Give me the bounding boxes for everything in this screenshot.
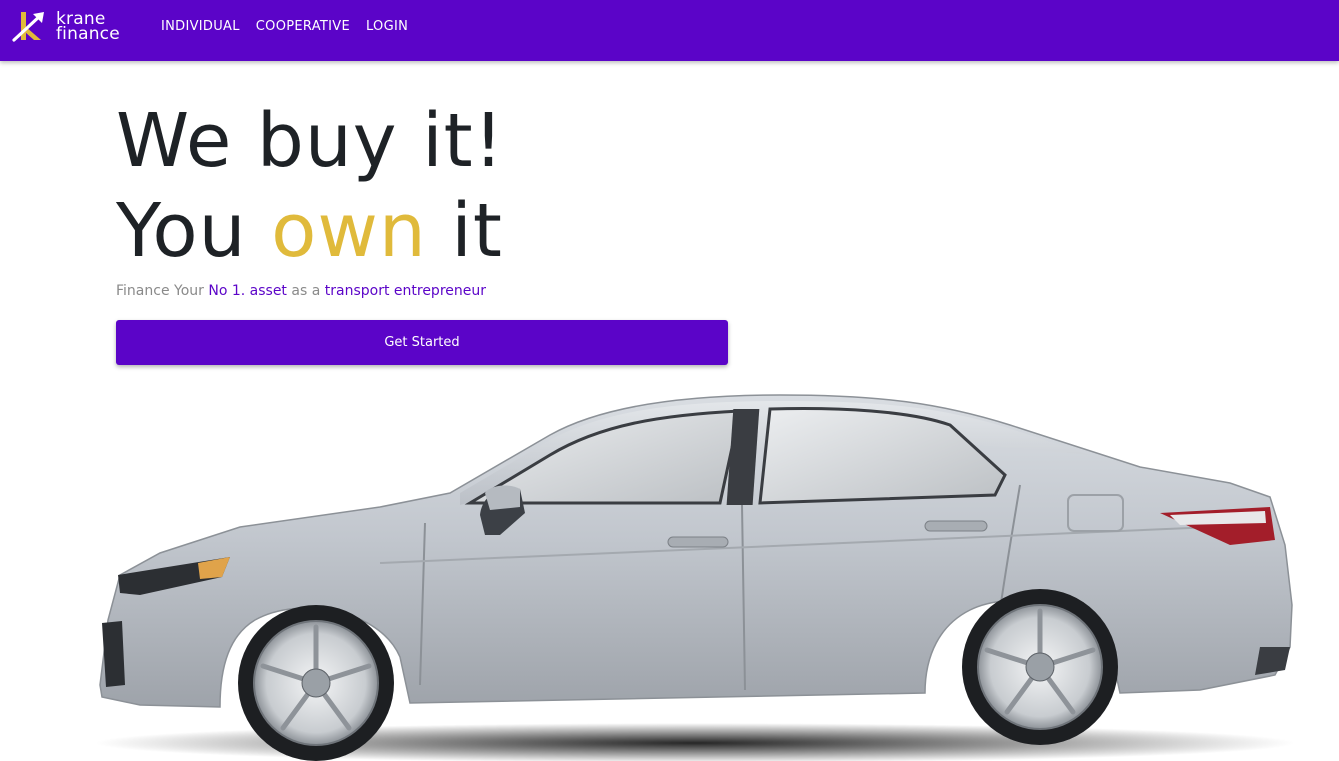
hero-line-2-start: You	[116, 188, 272, 274]
hero-tagline: Finance Your No 1. asset as a transport …	[116, 283, 486, 299]
tagline-part-2: as a	[286, 283, 325, 299]
nav-link-login[interactable]: LOGIN	[366, 19, 408, 35]
hero-line-1: We buy it!	[116, 98, 505, 184]
krane-k-logo-icon	[12, 12, 44, 42]
hero-heading: We buy it! You own it	[116, 96, 504, 276]
nav-link-cooperative[interactable]: COOPERATIVE	[256, 19, 350, 35]
brand-wordmark: krane finance	[56, 11, 120, 44]
tagline-highlight-entrepreneur: transport entrepreneur	[324, 283, 486, 299]
brand-line-finance: finance	[56, 24, 120, 44]
tagline-highlight-asset: No 1. asset	[208, 283, 287, 299]
brand-logo-link[interactable]: krane finance	[11, 9, 120, 45]
silver-sedan-image	[95, 394, 1295, 761]
tagline-part-1: Finance Your	[116, 283, 209, 299]
nav-links: INDIVIDUAL COOPERATIVE LOGIN	[161, 19, 424, 35]
top-navbar: krane finance INDIVIDUAL COOPERATIVE LOG…	[0, 0, 1339, 61]
hero-accent-word: own	[271, 188, 427, 274]
hero-line-2: You own it	[116, 186, 504, 276]
get-started-button[interactable]: Get Started	[116, 320, 728, 365]
nav-link-individual[interactable]: INDIVIDUAL	[161, 19, 240, 35]
hero-line-2-end: it	[426, 188, 503, 274]
